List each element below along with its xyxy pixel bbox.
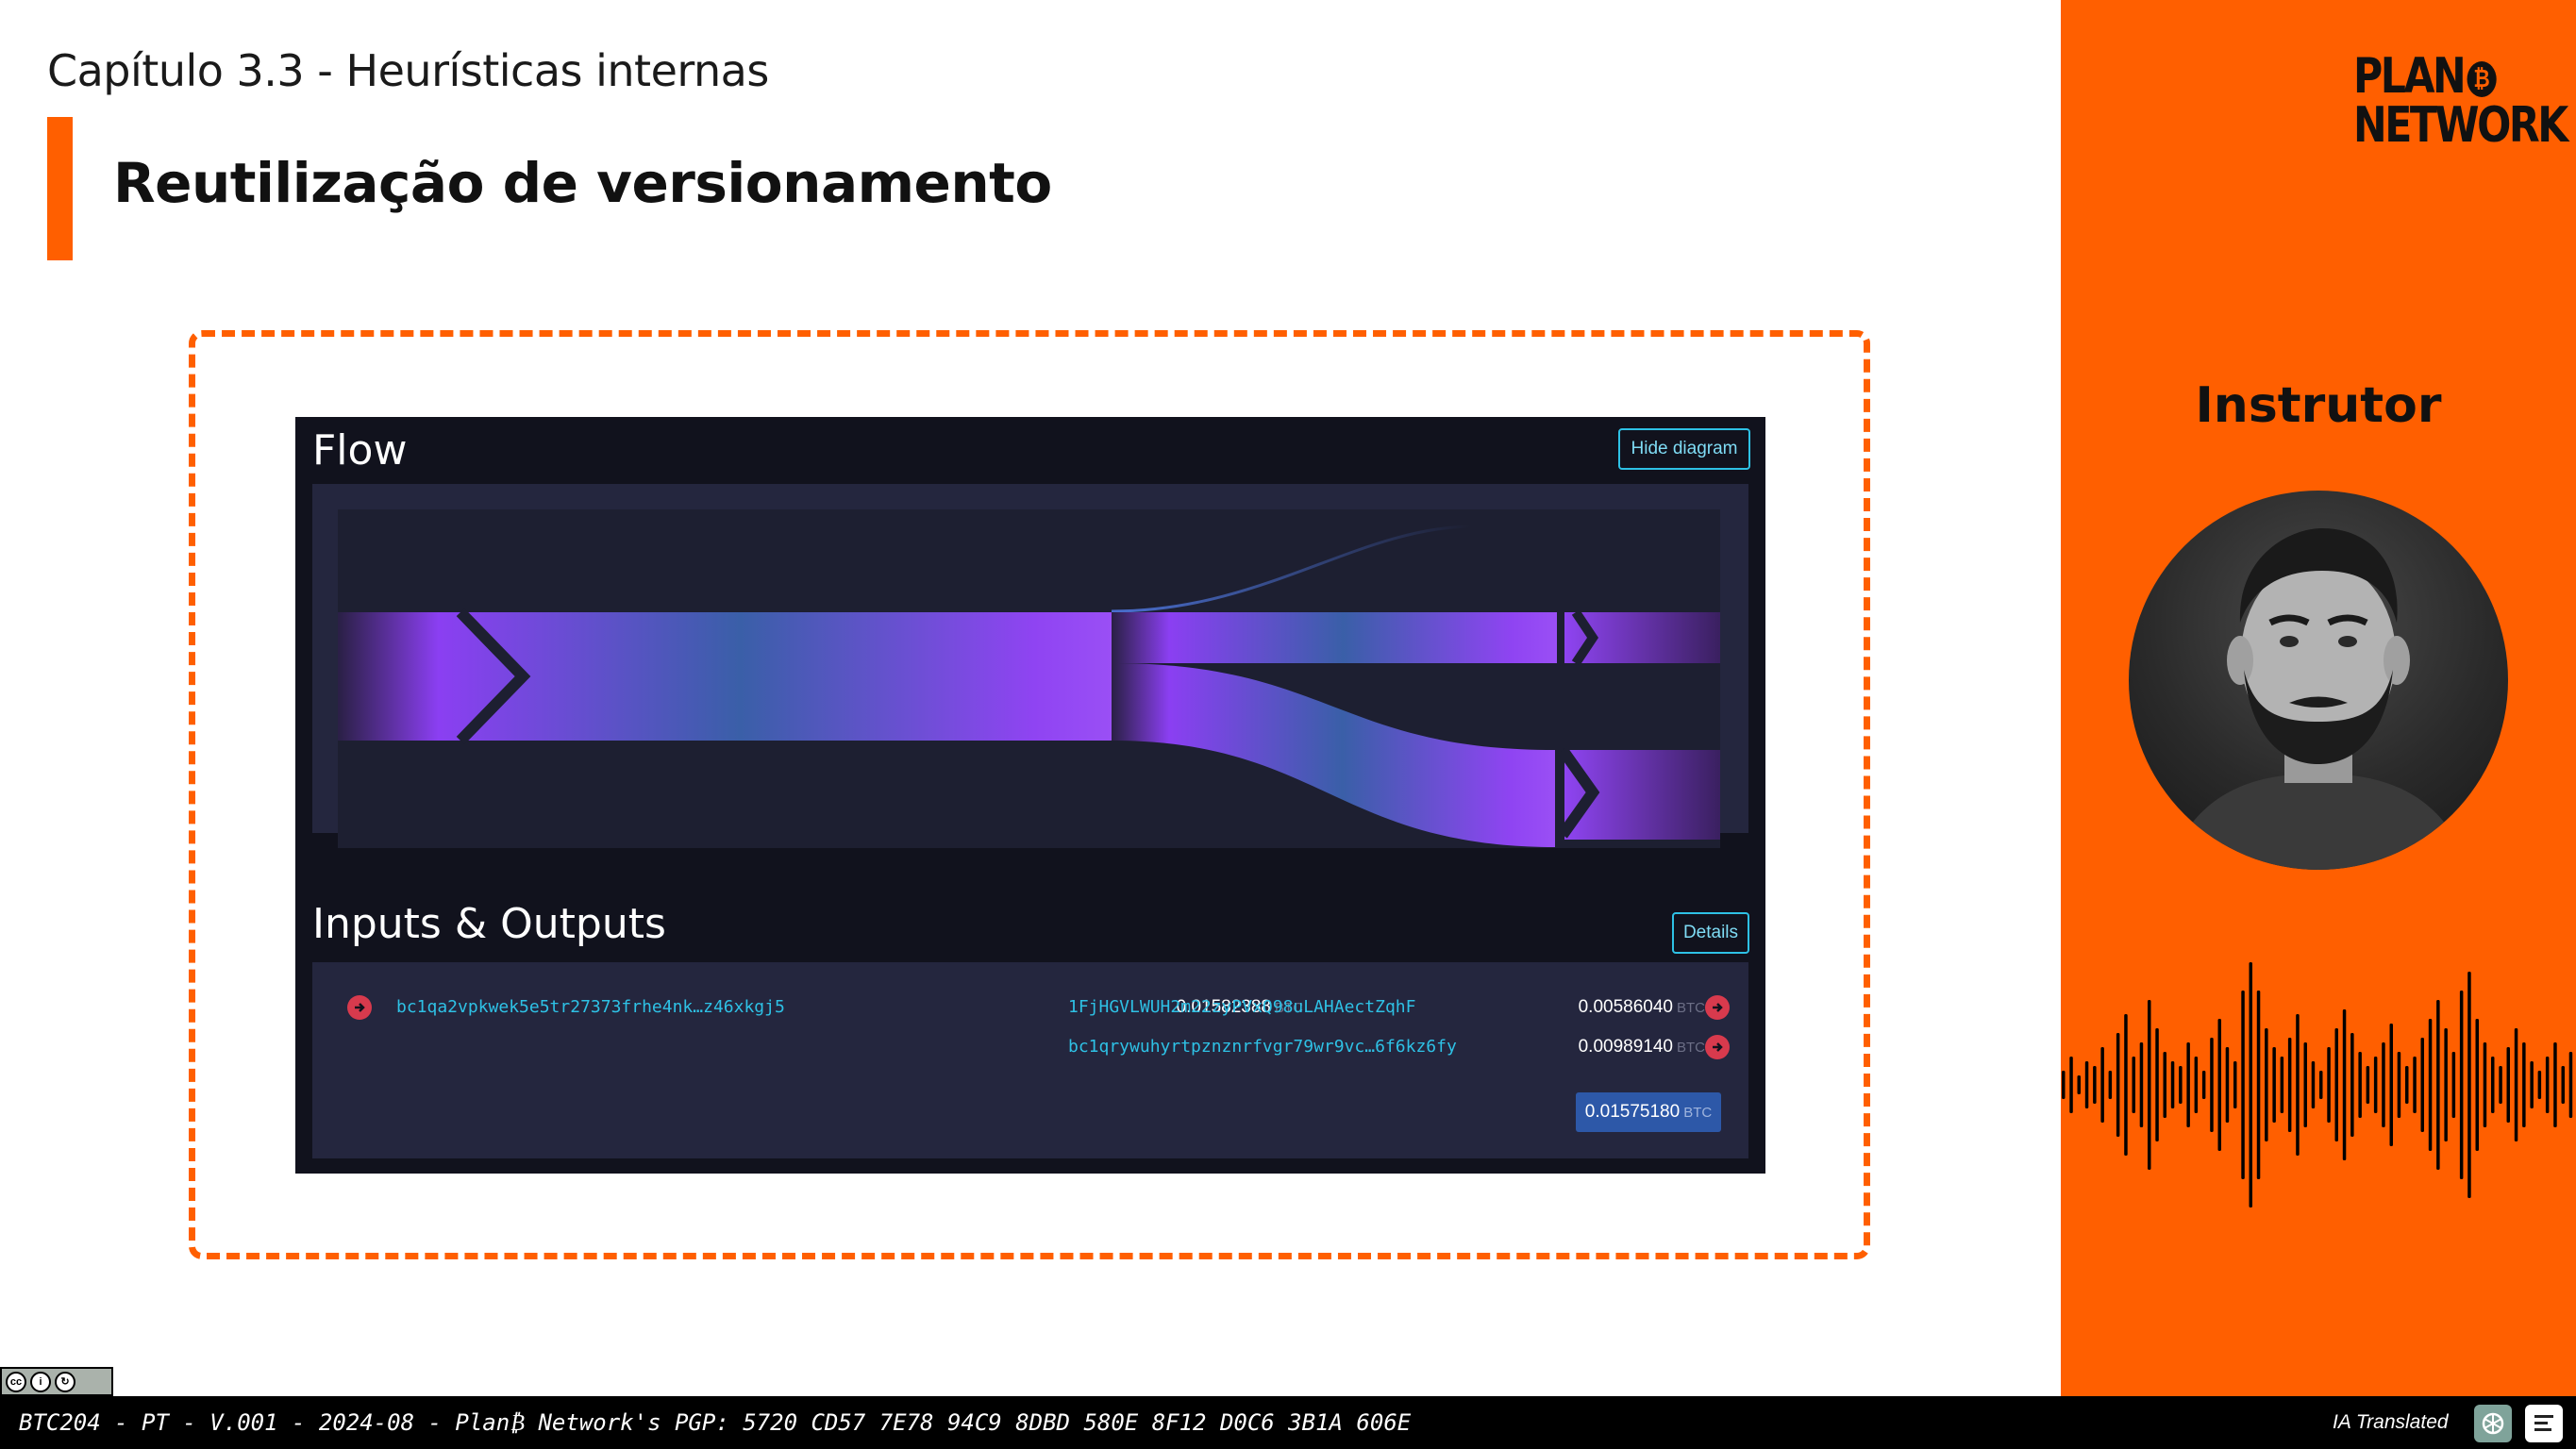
fee-flow-line: [1111, 525, 1471, 613]
flow-title: Flow: [312, 426, 408, 475]
instructor-portrait: [2166, 528, 2470, 870]
instructor-label: Instrutor: [2195, 377, 2442, 434]
arrow-right-circle-icon[interactable]: [347, 995, 372, 1020]
sankey-flow-svg: [338, 525, 1720, 847]
total-amount-badge: 0.01575180 BTC: [1576, 1092, 1721, 1132]
output-flow-band-2: [1112, 663, 1555, 847]
by-icon: i: [30, 1371, 51, 1392]
ia-translated-label: IA Translated: [2333, 1411, 2449, 1433]
chapter-heading: Capítulo 3.3 - Heurísticas internas: [47, 45, 769, 96]
arrow-right-circle-icon[interactable]: [1705, 1035, 1730, 1059]
openai-logo-icon: [2474, 1405, 2512, 1442]
output-amount-1: 0.00586040 BTC: [1578, 997, 1705, 1017]
flow-diagram-container: [312, 484, 1748, 848]
title-accent-bar: [47, 117, 73, 260]
flow-diagram: [338, 509, 1720, 848]
cc-license-badge: cc i ↻: [0, 1367, 113, 1396]
input-address-link[interactable]: bc1qa2vpkwek5e5tr27373frhe4nk…z46xkgj5: [396, 997, 785, 1017]
instructor-avatar: [2129, 491, 2508, 870]
mempool-transaction-panel: Flow Hide diagram Inputs & Outputs Detai…: [295, 417, 1765, 1174]
bitcoin-b-icon: ₿: [2467, 61, 2497, 97]
page-title: Reutilização de versionamento: [113, 151, 1052, 215]
details-button[interactable]: Details: [1672, 912, 1749, 954]
io-title: Inputs & Outputs: [312, 900, 666, 948]
hide-diagram-button[interactable]: Hide diagram: [1618, 428, 1750, 470]
translator-logo-icon: [2525, 1405, 2563, 1442]
cc-icon: cc: [6, 1371, 26, 1392]
footer-bar: BTC204 - PT - V.001 - 2024-08 - Plan₿ Ne…: [0, 1396, 2576, 1449]
sa-icon: ↻: [55, 1371, 75, 1392]
output-flow-band-1: [1112, 612, 1557, 663]
output-amount-2: 0.00989140 BTC: [1578, 1037, 1705, 1057]
arrow-right-circle-icon[interactable]: [1705, 995, 1730, 1020]
audio-waveform: [2062, 962, 2573, 1208]
input-flow-band: [338, 612, 1112, 741]
inputs-outputs-table: bc1qa2vpkwek5e5tr27373frhe4nk…z46xkgj5 0…: [312, 962, 1748, 1158]
plan-b-network-logo: PLAN ₿ NETWORK: [2353, 48, 2568, 154]
footer-text: BTC204 - PT - V.001 - 2024-08 - Plan₿ Ne…: [19, 1409, 1412, 1436]
